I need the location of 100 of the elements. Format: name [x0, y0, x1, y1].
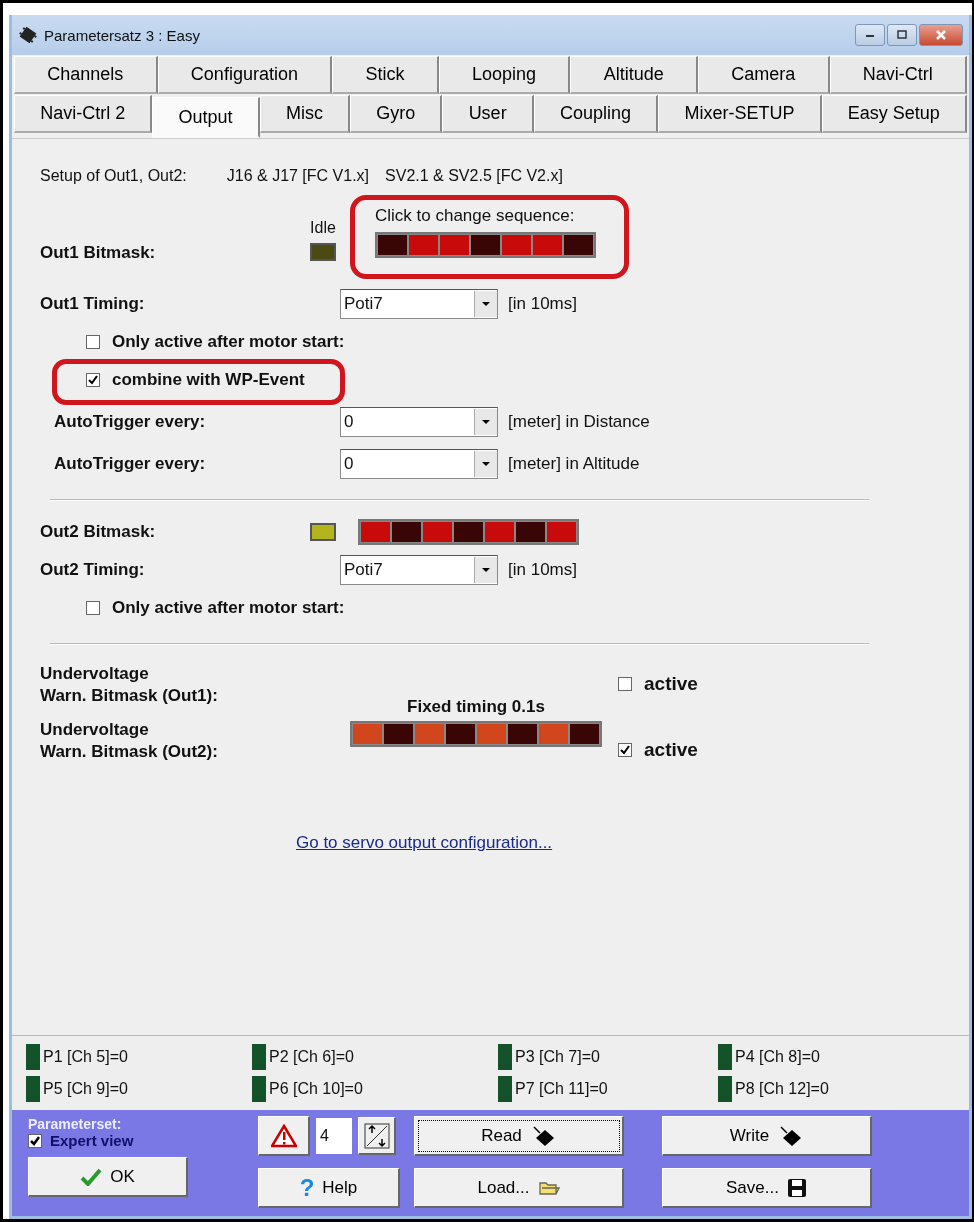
set-number-field[interactable]: 4: [316, 1118, 352, 1154]
servo-config-link[interactable]: Go to servo output configuration...: [296, 833, 553, 853]
save-button[interactable]: Save...: [662, 1168, 872, 1208]
autotrigger-label: AutoTrigger every:: [54, 412, 207, 432]
minimize-button[interactable]: [855, 24, 885, 46]
autotrigger-dropdown[interactable]: 0: [340, 407, 498, 437]
maximize-icon: [896, 30, 908, 40]
checkbox-label: Only active after motor start:: [112, 332, 345, 352]
warning-button[interactable]: [258, 1116, 310, 1156]
idle-led[interactable]: [310, 523, 336, 541]
help-button[interactable]: ? Help: [258, 1168, 400, 1208]
sequence-cell[interactable]: [485, 522, 514, 542]
sequence-cell[interactable]: [423, 522, 452, 542]
sequence-cell[interactable]: [440, 235, 469, 255]
tab[interactable]: Easy Setup: [821, 95, 967, 133]
unit-label: [in 10ms]: [508, 294, 577, 314]
checkbox-label: active: [644, 673, 698, 695]
read-button[interactable]: Read: [414, 1116, 624, 1156]
tab[interactable]: Altitude: [570, 56, 698, 94]
sequence-cell[interactable]: [570, 724, 599, 744]
checkbox[interactable]: [86, 601, 100, 615]
checkbox-label: Expert view: [50, 1132, 134, 1149]
tab[interactable]: Navi-Ctrl: [829, 56, 968, 94]
setup-label: Setup of Out1, Out2:: [40, 167, 187, 185]
sequence-cell[interactable]: [378, 235, 407, 255]
sequence-cell[interactable]: [533, 235, 562, 255]
channel-indicator-icon: [718, 1044, 732, 1070]
caret-icon: [481, 461, 491, 467]
autotrigger-label: AutoTrigger every:: [54, 454, 207, 474]
sequence-cell[interactable]: [392, 522, 421, 542]
sequence-cell[interactable]: [454, 522, 483, 542]
load-button[interactable]: Load...: [414, 1168, 624, 1208]
tab[interactable]: User: [442, 95, 534, 133]
sequence-cell[interactable]: [384, 724, 413, 744]
out1-bitmask-label: Out1 Bitmask:: [40, 243, 157, 264]
folder-icon: [537, 1179, 560, 1196]
sequence-cell[interactable]: [547, 522, 576, 542]
autotrigger-dropdown[interactable]: 0: [340, 449, 498, 479]
channel-value: P7 [Ch 11]=0: [515, 1080, 608, 1098]
up-down-arrows-icon: [363, 1122, 390, 1149]
close-icon: [934, 29, 948, 41]
channel-indicator-icon: [252, 1044, 266, 1070]
tab[interactable]: Output: [152, 97, 260, 138]
sequence-cell[interactable]: [471, 235, 500, 255]
ok-button[interactable]: OK: [28, 1157, 188, 1197]
sequence-cell[interactable]: [477, 724, 506, 744]
tab[interactable]: Camera: [697, 56, 830, 94]
sequence-cell[interactable]: [564, 235, 593, 255]
unit-label: [meter] in Distance: [508, 412, 650, 432]
out2-timing-label: Out2 Timing:: [40, 560, 146, 580]
unit-label: [in 10ms]: [508, 560, 577, 580]
sequence-cell[interactable]: [353, 724, 382, 744]
tab[interactable]: Mixer-SETUP: [658, 95, 822, 133]
channel-indicator-icon: [498, 1044, 512, 1070]
channel-indicator-icon: [26, 1076, 40, 1102]
sequence-cell[interactable]: [415, 724, 444, 744]
fc-v2-text: SV2.1 & SV2.5 [FC V2.x]: [385, 167, 563, 185]
tab[interactable]: Misc: [259, 95, 351, 133]
sequence-cell[interactable]: [508, 724, 537, 744]
tab[interactable]: Looping: [438, 56, 571, 94]
timing-dropdown[interactable]: Poti7: [340, 555, 498, 585]
window-title: Parametersatz 3 : Easy: [44, 26, 200, 44]
tab[interactable]: Configuration: [157, 56, 333, 94]
sequence-cell[interactable]: [446, 724, 475, 744]
fc-v1-text: J16 & J17 [FC V1.x]: [226, 167, 370, 185]
parameterset-label: Parameterset:: [28, 1116, 123, 1132]
channel-value: P2 [Ch 6]=0: [269, 1048, 354, 1066]
checkbox[interactable]: [28, 1133, 42, 1148]
warning-icon: [270, 1123, 297, 1148]
sequence-cell[interactable]: [539, 724, 568, 744]
spin-button[interactable]: [358, 1117, 396, 1155]
sequence-cell[interactable]: [409, 235, 438, 255]
checkbox[interactable]: [86, 335, 100, 349]
checkbox[interactable]: [618, 743, 632, 757]
checkbox[interactable]: [86, 373, 100, 387]
checkbox-label: Only active after motor start:: [112, 598, 345, 618]
undervoltage-label: Undervoltage Warn. Bitmask (Out2):: [40, 719, 219, 764]
out2-bitmask-label: Out2 Bitmask:: [40, 522, 157, 542]
caret-icon: [481, 567, 491, 573]
channel-indicator-icon: [718, 1076, 732, 1102]
timing-dropdown[interactable]: Poti7: [340, 289, 498, 319]
undervoltage-label: Undervoltage Warn. Bitmask (Out1):: [40, 663, 219, 708]
write-button[interactable]: Write: [662, 1116, 872, 1156]
close-button[interactable]: [919, 24, 963, 46]
tab[interactable]: Coupling: [533, 95, 659, 133]
sequence-cell[interactable]: [516, 522, 545, 542]
sequence-cell[interactable]: [502, 235, 531, 255]
maximize-button[interactable]: [887, 24, 917, 46]
channel-value: P5 [Ch 9]=0: [43, 1080, 128, 1098]
channel-indicator-icon: [252, 1076, 266, 1102]
tab[interactable]: Stick: [332, 56, 439, 94]
tab[interactable]: Gyro: [350, 95, 443, 133]
sequence-cell[interactable]: [361, 522, 390, 542]
checkbox[interactable]: [618, 677, 632, 691]
out1-timing-label: Out1 Timing:: [40, 294, 146, 314]
tab[interactable]: Navi-Ctrl 2: [14, 95, 153, 133]
channel-value: P8 [Ch 12]=0: [735, 1080, 829, 1098]
channel-value: P4 [Ch 8]=0: [735, 1048, 820, 1066]
checkmark-icon: [80, 1167, 103, 1186]
tab[interactable]: Channels: [14, 56, 158, 94]
